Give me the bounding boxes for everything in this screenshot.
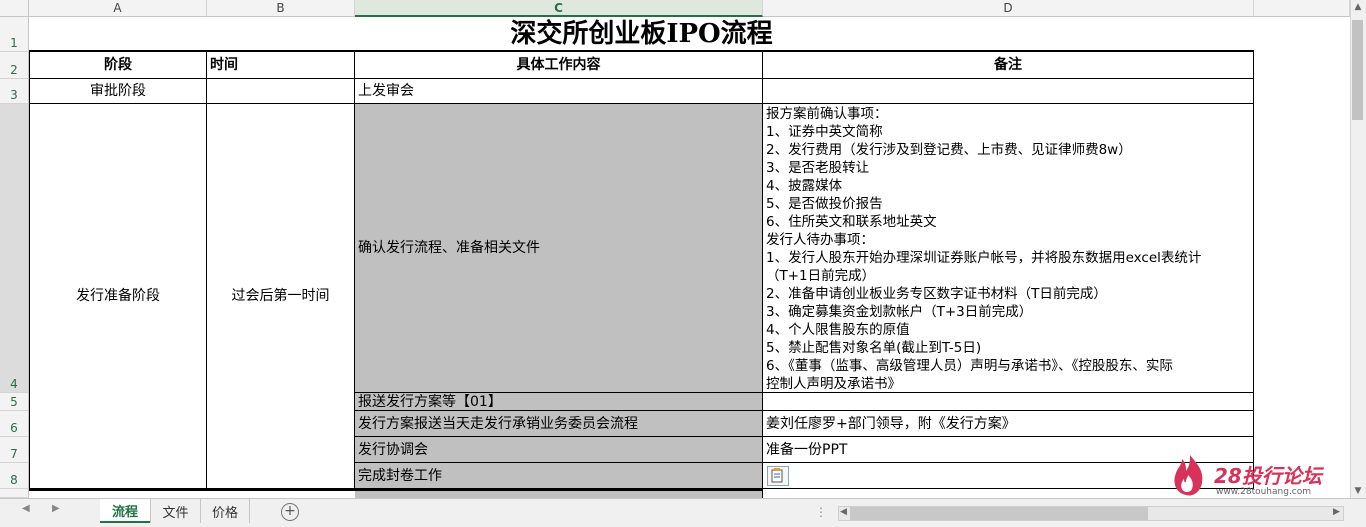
column-header-b[interactable]: B: [207, 0, 355, 17]
cell-c3-content[interactable]: 上发审会: [355, 79, 763, 104]
tab-scroll-left-icon[interactable]: ◀: [22, 503, 30, 514]
watermark-text: 28投行论坛: [1214, 464, 1322, 488]
cell-c4-content[interactable]: 确认发行流程、准备相关文件: [355, 104, 763, 393]
row-header-6[interactable]: 6: [0, 411, 29, 437]
tab-wenjian[interactable]: 文件: [150, 499, 200, 523]
scroll-up-icon[interactable]: ▲: [1352, 2, 1364, 14]
add-sheet-icon[interactable]: +: [281, 503, 299, 521]
cell-b4-time[interactable]: 过会后第一时间: [207, 104, 355, 489]
cell-c8-content[interactable]: 完成封卷工作: [355, 463, 763, 489]
worksheet-grid: 深交所创业板IPO流程 阶段 时间 具体工作内容 备注 审批阶段 上发审会 发行…: [29, 17, 1350, 498]
cell-a4-stage[interactable]: 发行准备阶段: [29, 104, 207, 489]
watermark-logo: 28投行论坛 www.28touhang.com: [1168, 455, 1348, 499]
paste-options-icon[interactable]: [767, 465, 789, 486]
note-line: 2、准备申请创业板业务专区数字证书材料（T日前完成）: [766, 286, 1107, 302]
tab-scroll-right-icon[interactable]: ▶: [52, 503, 60, 514]
row-header-7[interactable]: 7: [0, 437, 29, 463]
row-header-4[interactable]: 4: [0, 104, 29, 393]
tab-jiage[interactable]: 价格: [200, 499, 250, 523]
row-header-2[interactable]: 2: [0, 52, 29, 79]
column-header-a[interactable]: A: [29, 0, 207, 17]
note-line: 1、证券中英文简称: [766, 124, 883, 140]
row-header-5[interactable]: 5: [0, 393, 29, 411]
note-line: 发行人待办事项：: [766, 232, 874, 248]
cell-c6-content[interactable]: 发行方案报送当天走发行承销业务委员会流程: [355, 411, 763, 437]
header-notes[interactable]: 备注: [763, 52, 1254, 79]
scroll-left-icon[interactable]: ◀: [840, 507, 847, 517]
tab-liucheng[interactable]: 流程: [100, 499, 150, 523]
note-line: 报方案前确认事项：: [766, 106, 888, 122]
cell-d4-notes[interactable]: 报方案前确认事项： 1、证券中英文简称 2、发行费用（发行涉及到登记费、上市费、见证…: [763, 104, 1254, 393]
cell-c9-content[interactable]: [355, 489, 763, 498]
note-line: （T+1日前完成）: [766, 268, 876, 284]
scroll-right-icon[interactable]: ▶: [1333, 507, 1340, 517]
vertical-scroll-thumb[interactable]: [1352, 20, 1363, 120]
flame-icon: [1174, 455, 1203, 496]
select-all-corner[interactable]: [0, 0, 29, 17]
header-stage[interactable]: 阶段: [29, 52, 207, 79]
watermark-url: www.28touhang.com: [1216, 487, 1312, 497]
column-header-d[interactable]: D: [763, 0, 1254, 17]
column-header-c[interactable]: C: [355, 0, 763, 17]
cell-a3-stage[interactable]: 审批阶段: [29, 79, 207, 104]
header-time[interactable]: 时间: [207, 52, 355, 79]
note-line: 5、是否做投价报告: [766, 196, 883, 212]
row-header-3[interactable]: 3: [0, 79, 29, 104]
note-line: 1、发行人股东开始办理深圳证券账户帐号，并将股东数据用excel表统计: [766, 250, 1202, 266]
note-line: 4、披露媒体: [766, 178, 843, 194]
header-content[interactable]: 具体工作内容: [355, 52, 763, 79]
row-header-9[interactable]: [0, 489, 29, 498]
cell-d6-notes[interactable]: 姜刘任廖罗+部门领导，附《发行方案》: [763, 411, 1254, 437]
scroll-down-icon[interactable]: ▼: [1352, 486, 1364, 498]
sheet-split-handle[interactable]: ⋮: [815, 505, 827, 519]
row9-top-border: [29, 489, 355, 491]
row-header-8[interactable]: 8: [0, 463, 29, 489]
note-line: 2、发行费用（发行涉及到登记费、上市费、见证律师费8w）: [766, 142, 1132, 158]
horizontal-scroll-thumb[interactable]: [850, 507, 1148, 520]
note-line: 6、《董事（监事、高级管理人员）声明与承诺书》、《控股股东、实际: [766, 358, 1173, 374]
cell-b3-time[interactable]: [207, 79, 355, 104]
cell-c7-content[interactable]: 发行协调会: [355, 437, 763, 463]
cell-d3-notes[interactable]: [763, 79, 1254, 104]
row-header-1[interactable]: 1: [0, 17, 29, 52]
note-line: 5、禁止配售对象名单(截止到T-5日): [766, 340, 982, 356]
cell-d5-notes[interactable]: [763, 393, 1254, 411]
note-line: 3、确定募集资金划款帐户（T+3日前完成）: [766, 304, 1033, 320]
note-line: 4、个人限售股东的原值: [766, 322, 910, 338]
column-header-e[interactable]: [1254, 0, 1350, 17]
note-line: 3、是否老股转让: [766, 160, 870, 176]
cell-c5-content[interactable]: 报送发行方案等【01】: [355, 393, 763, 411]
sheet-title[interactable]: 深交所创业板IPO流程: [29, 17, 1254, 52]
note-line: 6、住所英文和联系地址英文: [766, 214, 937, 230]
note-line: 控制人声明及承诺书》: [766, 376, 901, 392]
